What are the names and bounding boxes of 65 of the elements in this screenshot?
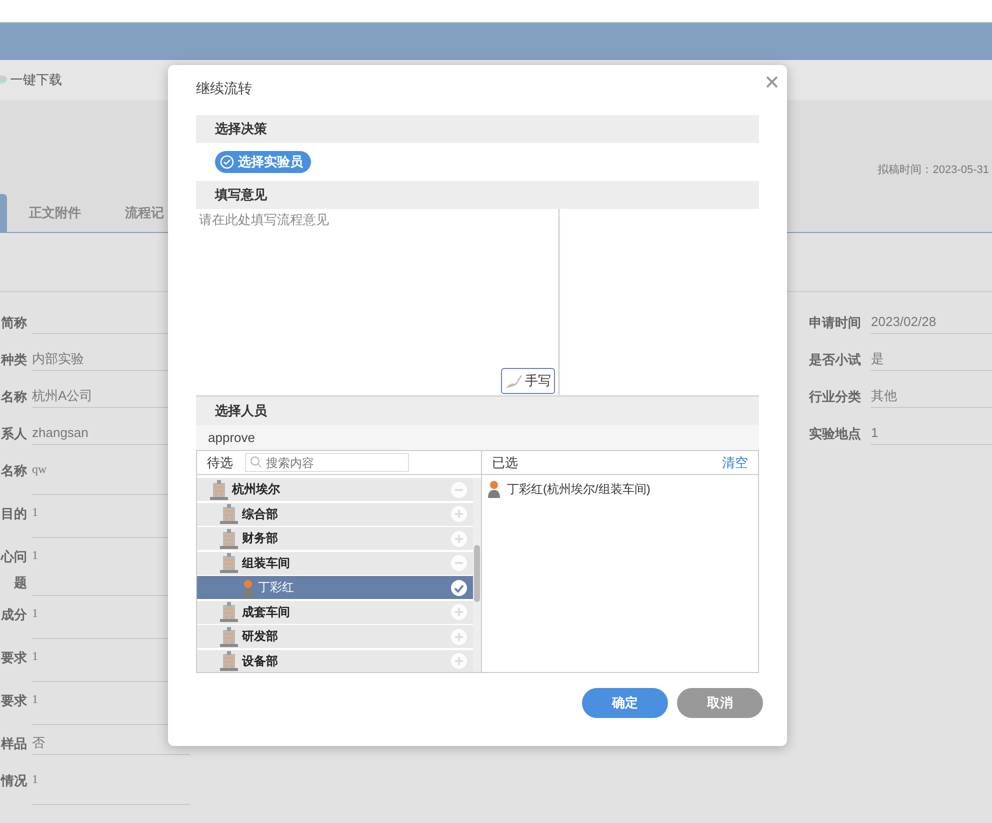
minus-icon[interactable]	[451, 482, 467, 498]
building-icon	[209, 480, 229, 500]
section-header: 选择人员	[196, 397, 759, 425]
step-name: approve	[196, 425, 759, 450]
search-field[interactable]: 搜索内容	[245, 453, 409, 472]
section-header: 填写意见	[196, 181, 759, 209]
field-label: 名称	[0, 462, 27, 480]
tree-item[interactable]: 成套车间	[197, 600, 473, 624]
pen-icon	[505, 373, 523, 389]
field-label: 情况	[0, 772, 27, 790]
field-label: 行业分类	[809, 388, 862, 406]
plus-icon[interactable]	[451, 604, 467, 620]
building-icon	[219, 651, 239, 671]
draft-time: 拟稿时间：2023-05-31	[878, 162, 989, 177]
panel-title: 已选	[492, 454, 518, 472]
tree-item[interactable]: 设备部	[197, 650, 473, 672]
person-icon	[241, 578, 255, 596]
clear-link[interactable]: 清空	[722, 454, 748, 472]
check-circle-icon	[220, 155, 234, 169]
field-label: 种类	[0, 350, 27, 368]
tree-item[interactable]: 丁彩红	[197, 576, 473, 599]
download-link[interactable]: 一键下载	[10, 71, 62, 89]
tree-item[interactable]: 研发部	[197, 625, 473, 648]
field-label: 样品	[0, 734, 27, 752]
building-icon	[219, 504, 239, 524]
plus-icon[interactable]	[451, 530, 467, 546]
tree-item[interactable]: 综合部	[197, 502, 473, 526]
field-label: 要求	[0, 692, 27, 710]
field-label: 是否小试	[809, 350, 862, 368]
field-label: 要求	[0, 649, 27, 667]
section-header: 选择决策	[196, 115, 759, 143]
tree-item[interactable]: 财务部	[197, 527, 473, 550]
search-icon	[250, 456, 262, 468]
building-icon	[219, 626, 239, 646]
tree-item[interactable]: 组装车间	[197, 552, 473, 574]
field-label: 心问题	[0, 548, 27, 592]
field-value: 其他	[871, 385, 992, 408]
dialog-title: 继续流转	[196, 79, 253, 98]
tree-item[interactable]: 杭州埃尔	[197, 478, 473, 501]
plus-icon[interactable]	[451, 653, 467, 669]
tab[interactable]	[0, 194, 7, 232]
field-value: 1	[871, 422, 992, 445]
field-label: 目的	[0, 505, 27, 523]
building-icon	[219, 528, 239, 548]
plus-icon[interactable]	[451, 506, 467, 522]
field-label: 成分	[0, 606, 27, 624]
minus-icon[interactable]	[451, 555, 467, 571]
chosen-person[interactable]: 丁彩红(杭州埃尔/组装车间)	[507, 480, 650, 498]
building-icon	[219, 553, 239, 573]
field-label: 名称	[0, 388, 27, 406]
field-value: 是	[871, 348, 992, 371]
field-label: 简称	[0, 314, 27, 332]
handwrite-button[interactable]: 手写	[501, 368, 555, 394]
close-icon[interactable]	[765, 75, 779, 89]
field-label: 实验地点	[809, 424, 862, 442]
panel-title: 待选	[207, 454, 233, 472]
check-icon[interactable]	[451, 580, 467, 596]
scrollbar[interactable]	[473, 478, 481, 672]
building-icon	[219, 602, 239, 622]
field-label: 系人	[0, 424, 27, 442]
field-value: 1	[32, 768, 190, 805]
person-icon	[487, 480, 501, 498]
field-label: 申请时间	[809, 314, 862, 332]
plus-icon[interactable]	[451, 628, 467, 644]
field-value: 2023/02/28	[871, 311, 992, 334]
